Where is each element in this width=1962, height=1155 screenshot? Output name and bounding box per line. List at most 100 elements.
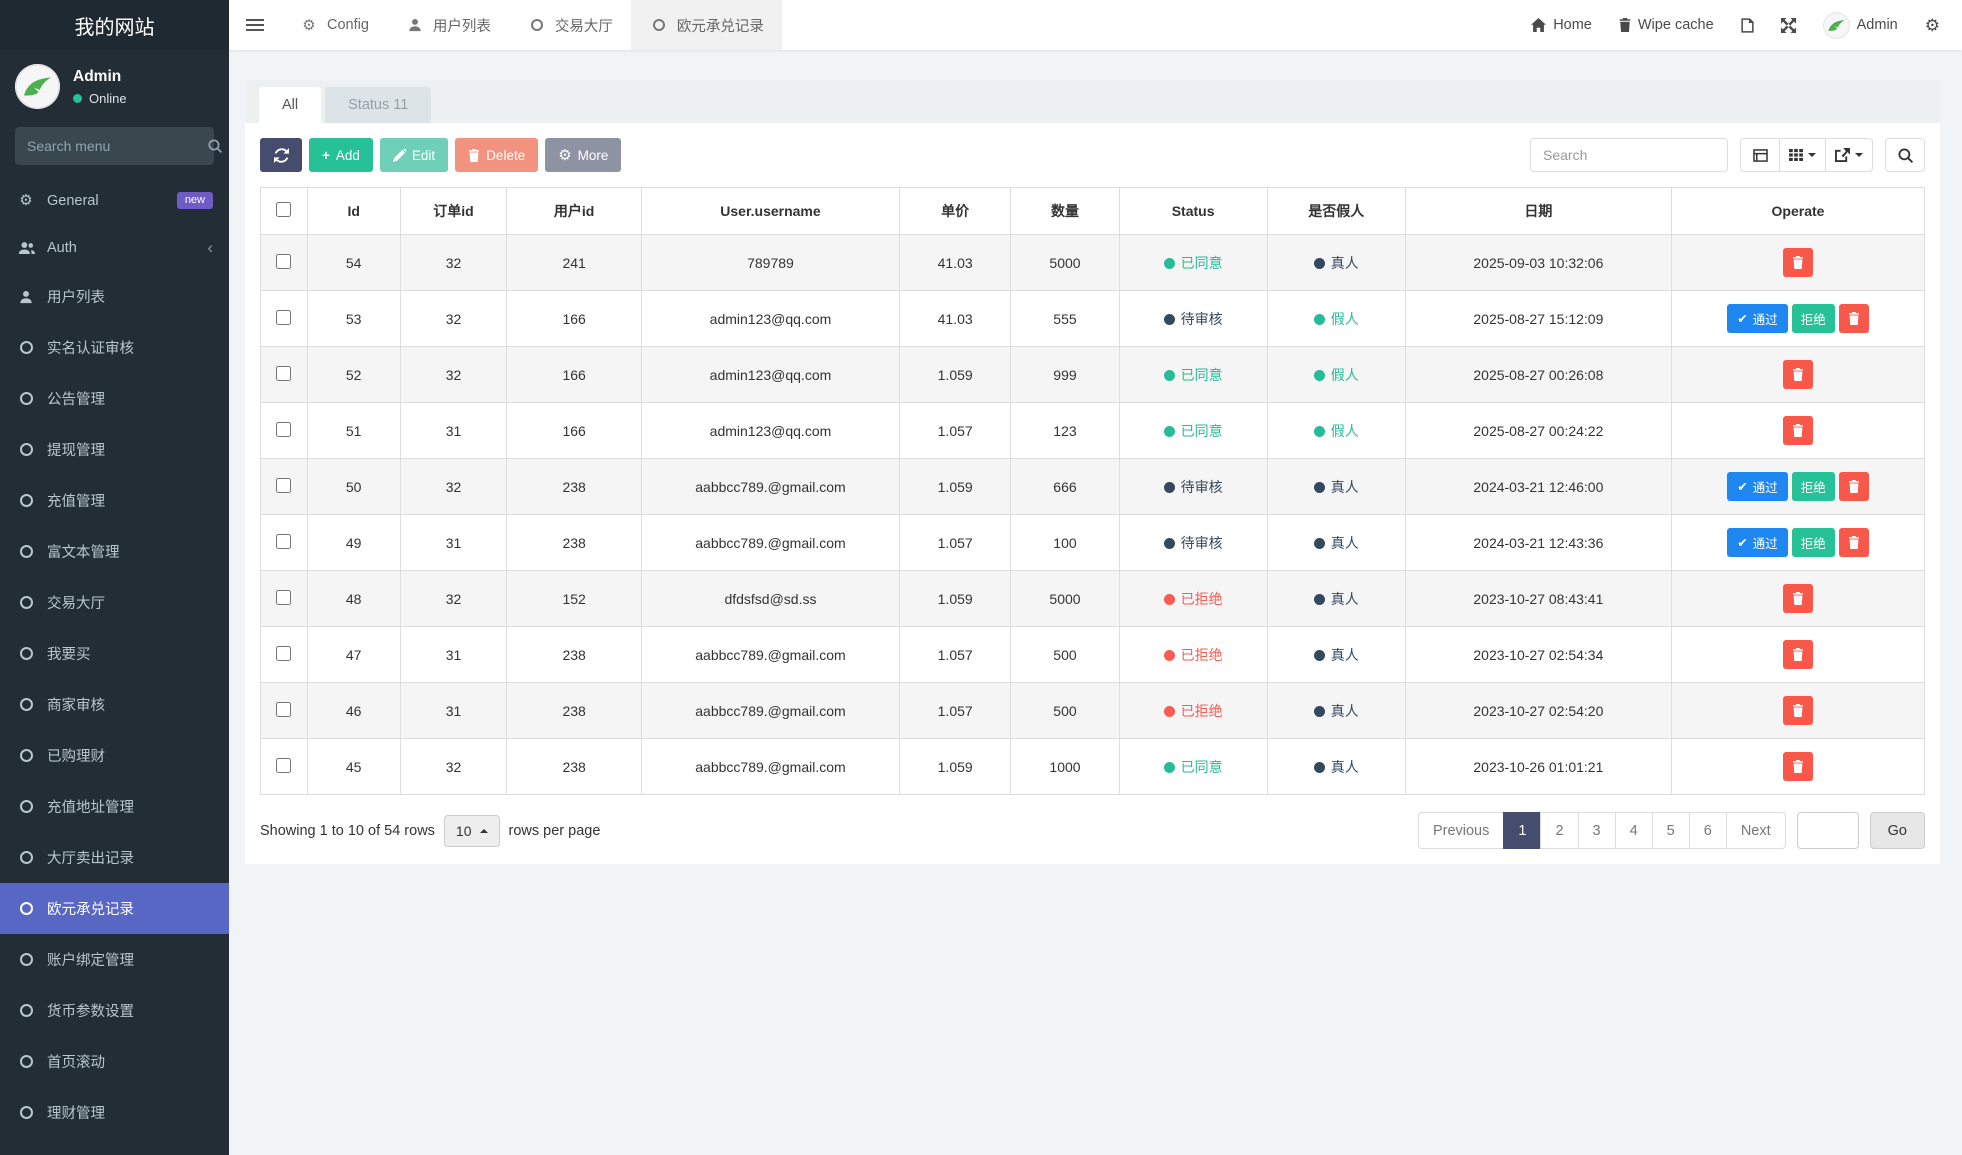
sidebar-item[interactable]: 实名认证审核 <box>0 322 229 373</box>
top-tab[interactable]: ⚙ Config <box>281 0 387 50</box>
export-button[interactable] <box>1825 138 1873 172</box>
row-checkbox[interactable] <box>276 701 292 717</box>
delete-row-button[interactable] <box>1783 416 1813 445</box>
table-search-input[interactable] <box>1530 138 1728 172</box>
sidebar-search-input[interactable] <box>27 138 208 154</box>
column-header[interactable]: Operate <box>1671 187 1925 235</box>
column-header[interactable]: 是否假人 <box>1266 187 1406 235</box>
page-number[interactable]: 5 <box>1651 812 1690 849</box>
sidebar-item-label: 商家审核 <box>47 698 105 714</box>
approve-button[interactable]: ✔ 通过 <box>1727 472 1788 501</box>
toggle-view-button[interactable] <box>1740 138 1780 172</box>
sidebar-item[interactable]: 充值地址管理 <box>0 781 229 832</box>
table-row: 50 32 238 aabbcc789.@gmail.com 1.059 666 待审核 真人… <box>260 458 1925 515</box>
row-checkbox[interactable] <box>276 757 292 773</box>
page-number[interactable]: 2 <box>1540 812 1579 849</box>
page-prev[interactable]: Previous <box>1417 812 1505 849</box>
row-checkbox[interactable] <box>276 645 292 661</box>
table-body: 54 32 241 789789 41.03 5000 已同意 真人 2025-09-03 10… <box>260 234 1925 795</box>
sidebar-item[interactable]: 商家审核 <box>0 679 229 730</box>
row-checkbox[interactable] <box>276 421 292 437</box>
column-header[interactable]: Id <box>306 187 401 235</box>
delete-row-button[interactable] <box>1783 696 1813 725</box>
row-checkbox[interactable] <box>276 477 292 493</box>
sidebar-item[interactable]: 首页滚动 <box>0 1036 229 1087</box>
sidebar-item[interactable]: 公告管理 <box>0 373 229 424</box>
wipe-cache-link[interactable]: Wipe cache <box>1619 17 1714 33</box>
page-number[interactable]: 4 <box>1614 812 1653 849</box>
delete-row-button[interactable] <box>1783 752 1813 781</box>
sidebar-item[interactable]: 账户绑定管理 <box>0 934 229 985</box>
page-number[interactable]: 3 <box>1577 812 1616 849</box>
cell-order-id: 32 <box>399 570 508 627</box>
delete-row-button[interactable] <box>1783 248 1813 277</box>
fullscreen-button[interactable] <box>1780 17 1796 33</box>
sidebar-item[interactable]: Auth ‹ <box>0 224 229 271</box>
sidebar-item[interactable]: 理财管理 <box>0 1087 229 1138</box>
cell-status: 待审核 <box>1118 458 1268 515</box>
doc-button[interactable] <box>1741 17 1754 33</box>
delete-row-button[interactable] <box>1838 528 1869 557</box>
row-checkbox[interactable] <box>276 365 292 381</box>
more-button[interactable]: ⚙ More <box>545 138 622 172</box>
sidebar-item-label: 我要买 <box>47 647 91 663</box>
select-all-checkbox[interactable] <box>276 202 292 217</box>
goto-page-input[interactable] <box>1796 812 1859 849</box>
top-tab[interactable]: 用户列表 <box>387 0 509 50</box>
hamburger-icon[interactable] <box>229 0 281 50</box>
top-tab[interactable]: 交易大厅 <box>509 0 631 50</box>
home-link[interactable]: Home <box>1531 17 1592 33</box>
column-header[interactable]: 单价 <box>898 187 1012 235</box>
column-header[interactable]: Status <box>1118 187 1268 235</box>
approve-button[interactable]: ✔ 通过 <box>1727 304 1788 333</box>
admin-menu[interactable]: Admin <box>1822 11 1898 39</box>
page-number[interactable]: 6 <box>1688 812 1727 849</box>
sidebar-item[interactable]: 大厅卖出记录 <box>0 832 229 883</box>
sidebar-item[interactable]: 我要买 <box>0 628 229 679</box>
sidebar-item[interactable]: 货币参数设置 <box>0 985 229 1036</box>
column-header[interactable]: 用户id <box>506 187 643 235</box>
go-button[interactable]: Go <box>1869 812 1925 849</box>
delete-row-button[interactable] <box>1783 584 1813 613</box>
document-icon <box>1741 17 1754 33</box>
add-button[interactable]: + Add <box>309 138 373 172</box>
page-number[interactable]: 1 <box>1503 812 1542 849</box>
row-checkbox[interactable] <box>276 253 292 269</box>
columns-button[interactable] <box>1779 138 1826 172</box>
column-header[interactable]: 数量 <box>1010 187 1120 235</box>
delete-row-button[interactable] <box>1838 304 1869 333</box>
edit-button[interactable]: Edit <box>379 138 449 172</box>
filter-tab[interactable]: All <box>259 87 322 123</box>
sidebar-item[interactable]: ⚙ General new <box>0 177 229 224</box>
approve-button[interactable]: ✔ 通过 <box>1727 528 1788 557</box>
sidebar-item[interactable]: 交易大厅 <box>0 577 229 628</box>
sidebar-item[interactable]: 已购理财 <box>0 730 229 781</box>
top-tab[interactable]: 欧元承兑记录 <box>630 0 782 50</box>
cell-price: 1.057 <box>898 682 1012 739</box>
column-header[interactable]: 订单id <box>399 187 508 235</box>
delete-button[interactable]: Delete <box>455 138 539 172</box>
cell-qty: 999 <box>1010 346 1120 403</box>
delete-row-button[interactable] <box>1783 640 1813 669</box>
sidebar-item[interactable]: 充值管理 <box>0 475 229 526</box>
filter-tab[interactable]: Status 11 <box>325 87 432 123</box>
page-size-dropdown[interactable]: 10 <box>443 814 500 847</box>
page-next[interactable]: Next <box>1725 812 1786 849</box>
search-submit-button[interactable] <box>1885 138 1925 172</box>
sidebar-item[interactable]: 欧元承兑记录 <box>0 883 229 934</box>
row-checkbox[interactable] <box>276 309 292 325</box>
row-checkbox[interactable] <box>276 533 292 549</box>
refresh-button[interactable] <box>260 138 302 172</box>
sidebar-item[interactable]: 用户列表 <box>0 271 229 322</box>
delete-row-button[interactable] <box>1838 472 1869 501</box>
reject-button[interactable]: 拒绝 <box>1791 528 1835 557</box>
row-checkbox[interactable] <box>276 589 292 605</box>
sidebar-item[interactable]: 富文本管理 <box>0 526 229 577</box>
column-header[interactable]: 日期 <box>1404 187 1673 235</box>
column-header[interactable]: User.username <box>641 187 900 235</box>
delete-row-button[interactable] <box>1783 360 1813 389</box>
settings-button[interactable]: ⚙ <box>1925 17 1940 34</box>
reject-button[interactable]: 拒绝 <box>1791 472 1835 501</box>
reject-button[interactable]: 拒绝 <box>1791 304 1835 333</box>
sidebar-item[interactable]: 提现管理 <box>0 424 229 475</box>
